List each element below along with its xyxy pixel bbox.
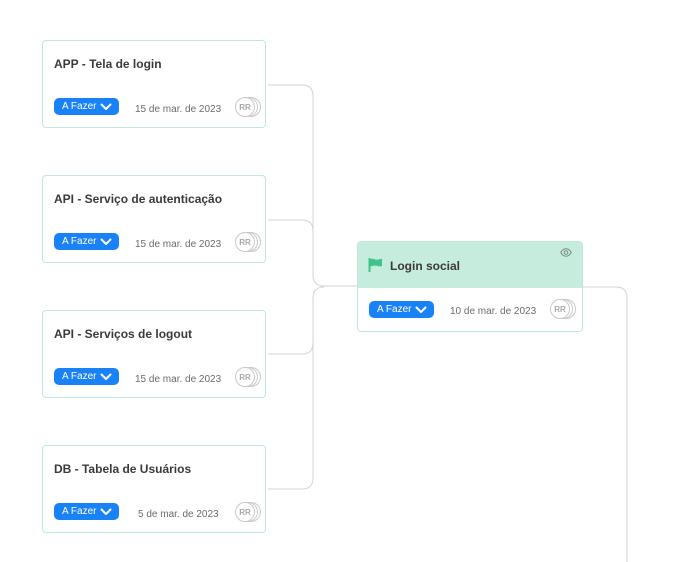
due-date: 15 de mar. de 2023 bbox=[135, 239, 222, 250]
chevron-down-icon bbox=[415, 306, 427, 313]
avatar-initials: RR bbox=[235, 502, 255, 522]
avatar-initials: RR bbox=[550, 299, 570, 319]
task-title: API - Serviços de logout bbox=[54, 327, 193, 341]
status-dropdown[interactable]: A Fazer bbox=[54, 98, 120, 115]
main-task-title: Login social bbox=[390, 259, 461, 273]
avatar-initials: RR bbox=[235, 232, 255, 252]
avatar[interactable]: RR bbox=[235, 502, 261, 526]
task-title: DB - Tabela de Usuários bbox=[54, 462, 192, 476]
task-card[interactable]: API - Serviço de autenticação A Fazer 15… bbox=[42, 175, 266, 263]
due-date: 5 de mar. de 2023 bbox=[138, 509, 219, 520]
task-title: API - Serviço de autenticação bbox=[54, 192, 223, 206]
task-card[interactable]: APP - Tela de login A Fazer 15 de mar. d… bbox=[42, 40, 266, 128]
chevron-down-icon bbox=[100, 508, 112, 515]
chevron-down-icon bbox=[100, 238, 112, 245]
status-label: A Fazer bbox=[62, 371, 97, 382]
status-label: A Fazer bbox=[377, 304, 412, 315]
task-card[interactable]: DB - Tabela de Usuários A Fazer 5 de mar… bbox=[42, 445, 266, 533]
avatar[interactable]: RR bbox=[235, 97, 261, 121]
main-task-header: Login social bbox=[358, 242, 582, 288]
chevron-down-icon bbox=[100, 103, 112, 110]
task-title: APP - Tela de login bbox=[54, 57, 162, 71]
eye-icon[interactable] bbox=[560, 248, 572, 257]
main-task-card[interactable]: Login social A Fazer 10 de mar. de 2023 … bbox=[357, 241, 583, 332]
status-label: A Fazer bbox=[62, 101, 97, 112]
due-date: 15 de mar. de 2023 bbox=[135, 104, 222, 115]
task-card[interactable]: API - Serviços de logout A Fazer 15 de m… bbox=[42, 310, 266, 398]
due-date: 15 de mar. de 2023 bbox=[135, 374, 222, 385]
status-dropdown[interactable]: A Fazer bbox=[369, 301, 435, 318]
avatar-initials: RR bbox=[235, 367, 255, 387]
chevron-down-icon bbox=[100, 373, 112, 380]
status-dropdown[interactable]: A Fazer bbox=[54, 233, 120, 250]
flag-icon bbox=[368, 258, 382, 272]
due-date: 10 de mar. de 2023 bbox=[450, 306, 537, 317]
avatar-initials: RR bbox=[235, 97, 255, 117]
status-dropdown[interactable]: A Fazer bbox=[54, 503, 120, 520]
status-label: A Fazer bbox=[62, 506, 97, 517]
avatar[interactable]: RR bbox=[235, 367, 261, 391]
status-label: A Fazer bbox=[62, 236, 97, 247]
avatar[interactable]: RR bbox=[550, 299, 576, 323]
status-dropdown[interactable]: A Fazer bbox=[54, 368, 120, 385]
avatar[interactable]: RR bbox=[235, 232, 261, 256]
